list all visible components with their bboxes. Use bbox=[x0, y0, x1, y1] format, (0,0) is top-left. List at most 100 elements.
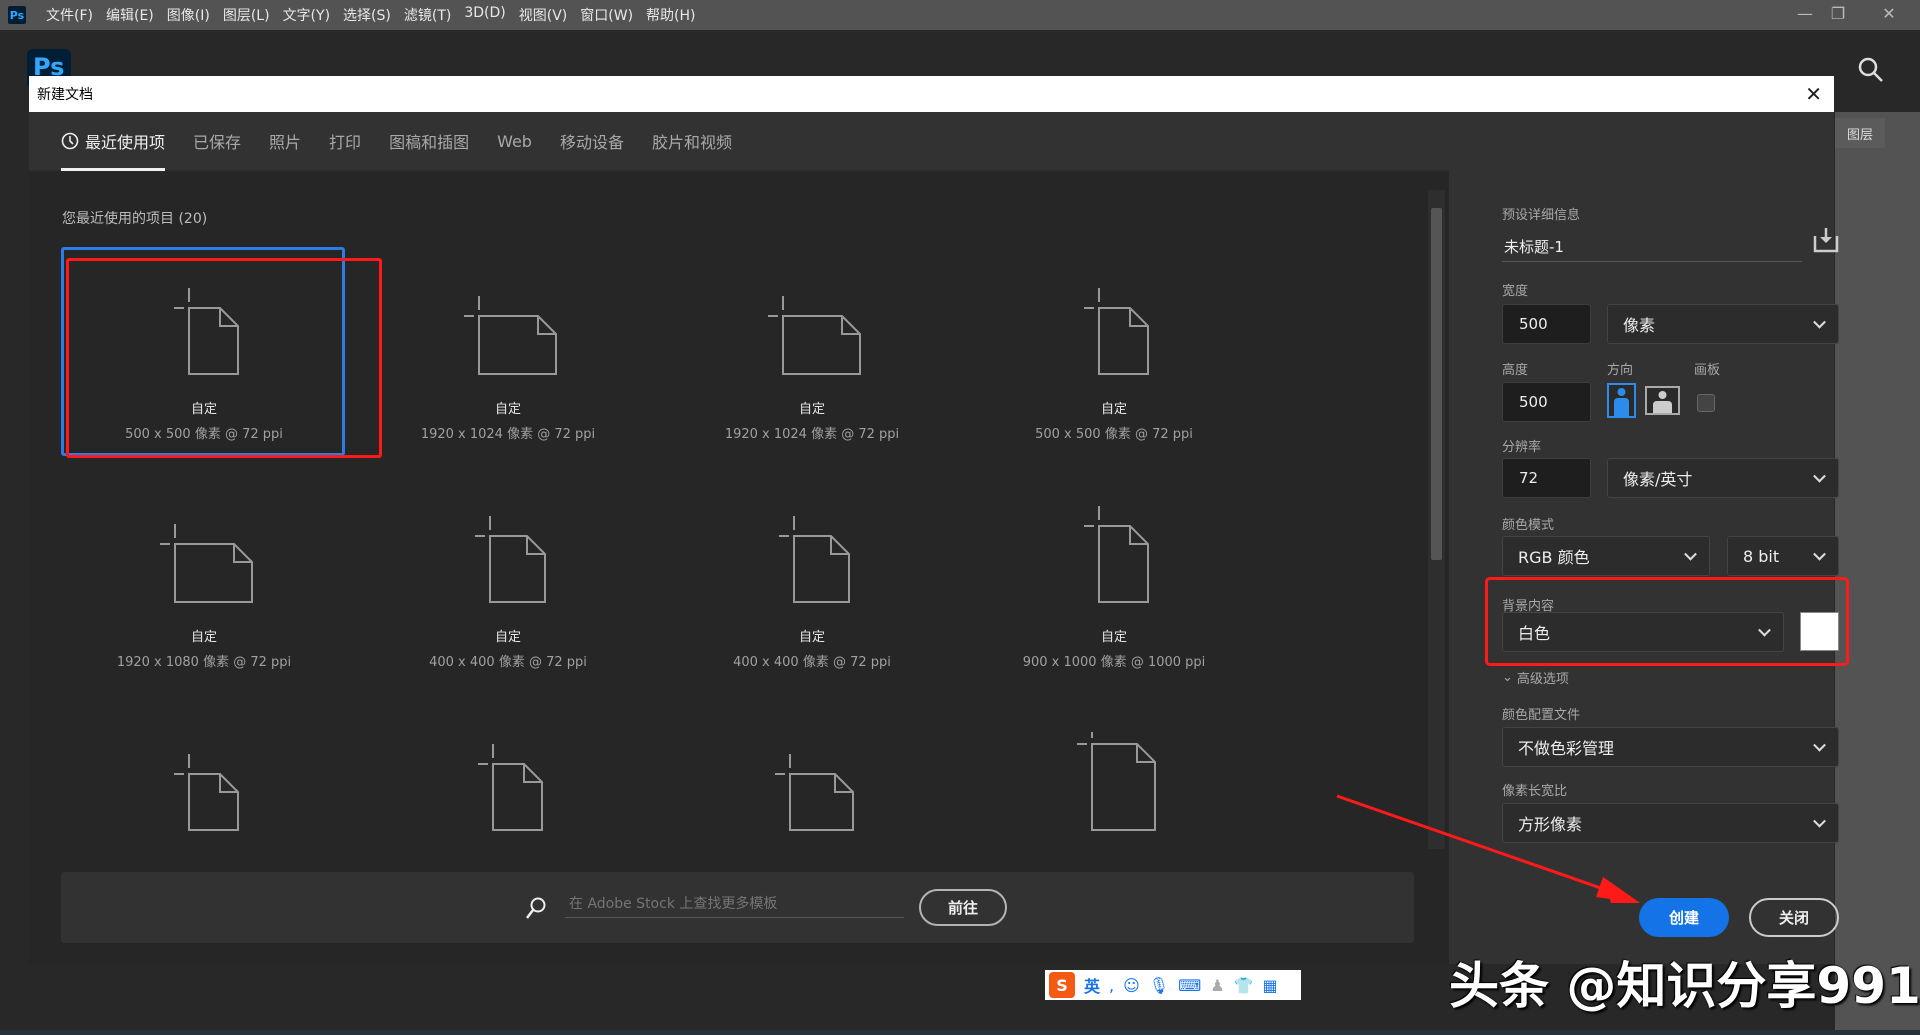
chevron-down-icon bbox=[1813, 814, 1826, 828]
ime-language[interactable]: 英 bbox=[1084, 973, 1100, 997]
color-mode-value: RGB 颜色 bbox=[1518, 548, 1590, 567]
preset-heading: 预设详细信息 bbox=[1502, 208, 1581, 223]
save-preset-icon[interactable] bbox=[1812, 226, 1840, 254]
item-name: 自定 bbox=[798, 630, 825, 645]
recent-item[interactable] bbox=[974, 732, 1254, 848]
recent-item[interactable] bbox=[368, 732, 648, 848]
recent-item[interactable]: 自定 1920 x 1024 像素 @ 72 ppi bbox=[672, 276, 952, 476]
menu-item[interactable]: 编辑(E) bbox=[106, 5, 154, 25]
recent-item[interactable]: 自定 900 x 1000 像素 @ 1000 ppi bbox=[974, 504, 1254, 704]
document-icon bbox=[160, 524, 253, 603]
chevron-down-icon bbox=[1813, 738, 1826, 752]
landscape-orientation-icon[interactable] bbox=[1645, 386, 1680, 415]
height-input[interactable]: 500 bbox=[1502, 382, 1591, 422]
color-mode-label: 颜色模式 bbox=[1502, 518, 1555, 533]
item-name: 自定 bbox=[190, 630, 217, 645]
resolution-input[interactable]: 72 bbox=[1502, 458, 1591, 498]
width-input[interactable]: 500 bbox=[1502, 304, 1591, 344]
chevron-down-icon: ⌄ bbox=[1502, 670, 1513, 685]
advanced-label: 高级选项 bbox=[1516, 672, 1569, 687]
width-label: 宽度 bbox=[1502, 284, 1529, 299]
background-select[interactable]: 白色 bbox=[1502, 612, 1784, 652]
advanced-options-toggle[interactable]: ⌄ 高级选项 bbox=[1502, 668, 1569, 687]
menu-item[interactable]: 窗口(W) bbox=[580, 5, 633, 25]
item-description: 400 x 400 像素 @ 72 ppi bbox=[733, 655, 891, 670]
recent-item[interactable]: 自定 500 x 500 像素 @ 72 ppi bbox=[974, 276, 1254, 476]
scrollbar-thumb[interactable] bbox=[1431, 208, 1442, 560]
item-name: 自定 bbox=[494, 630, 521, 645]
stock-search-input[interactable] bbox=[565, 890, 904, 918]
stock-search-bar: 前往 bbox=[61, 872, 1414, 943]
portrait-orientation-icon[interactable] bbox=[1607, 383, 1636, 418]
menu-item[interactable]: 3D(D) bbox=[464, 5, 505, 25]
close-button[interactable]: 关闭 bbox=[1749, 898, 1839, 937]
goto-button[interactable]: 前往 bbox=[919, 889, 1007, 926]
keyboard-icon[interactable]: ⌨ bbox=[1178, 976, 1201, 995]
bit-depth-select[interactable]: 8 bit bbox=[1727, 536, 1839, 576]
pixel-aspect-select[interactable]: 方形像素 bbox=[1502, 803, 1839, 843]
menu-item[interactable]: 帮助(H) bbox=[646, 5, 695, 25]
document-icon bbox=[464, 296, 557, 375]
chevron-down-icon bbox=[1758, 623, 1771, 637]
document-icon bbox=[775, 754, 854, 831]
color-mode-select[interactable]: RGB 颜色 bbox=[1502, 536, 1710, 576]
item-name: 自定 bbox=[494, 402, 521, 417]
resolution-unit-select[interactable]: 像素/英寸 bbox=[1607, 458, 1839, 498]
punctuation-icon[interactable]: , bbox=[1109, 976, 1114, 995]
recent-item[interactable]: 自定 1920 x 1080 像素 @ 72 ppi bbox=[64, 504, 344, 704]
document-name-field[interactable]: 未标题-1 bbox=[1502, 232, 1802, 262]
tab-layers[interactable]: 图层 bbox=[1835, 118, 1885, 148]
menu-items: 文件(F) 编辑(E) 图像(I) 图层(L) 文字(Y) 选择(S) 滤镜(T) 3D(D)… bbox=[46, 5, 709, 25]
watermark: 头条 @知识分享991 bbox=[1449, 957, 1920, 1015]
search-icon bbox=[526, 897, 546, 919]
item-description: 1920 x 1024 像素 @ 72 ppi bbox=[420, 427, 596, 442]
menu-item[interactable]: 文字(Y) bbox=[283, 5, 330, 25]
search-icon[interactable] bbox=[1858, 57, 1884, 83]
item-description: 1920 x 1024 像素 @ 72 ppi bbox=[724, 427, 900, 442]
create-button[interactable]: 创建 bbox=[1639, 898, 1729, 937]
document-icon bbox=[475, 516, 546, 603]
grid-icon[interactable]: ▦ bbox=[1262, 976, 1277, 995]
emoji-icon[interactable]: ☺ bbox=[1123, 976, 1140, 995]
preset-details-panel: 预设详细信息 未标题-1 宽度 500 像素 高度 方向 画板 500 分辨率 … bbox=[1449, 112, 1849, 964]
item-name: 自定 bbox=[1100, 630, 1127, 645]
document-icon bbox=[478, 744, 543, 831]
recent-item[interactable] bbox=[64, 732, 344, 848]
menu-item[interactable]: 选择(S) bbox=[343, 5, 391, 25]
chevron-down-icon bbox=[1813, 547, 1826, 561]
recent-grid: 自定 500 x 500 像素 @ 72 ppi 自定 1920 x 1024 像素 … bbox=[29, 76, 1429, 848]
user-icon[interactable]: ♟ bbox=[1210, 976, 1224, 995]
color-profile-select[interactable]: 不做色彩管理 bbox=[1502, 727, 1839, 767]
menu-item[interactable]: 图层(L) bbox=[223, 5, 270, 25]
recent-item[interactable]: 自定 400 x 400 像素 @ 72 ppi bbox=[672, 504, 952, 704]
item-name: 自定 bbox=[798, 402, 825, 417]
pixel-aspect-label: 像素长宽比 bbox=[1502, 784, 1568, 799]
restore-button[interactable]: ❐ bbox=[1815, 0, 1861, 26]
new-document-dialog: 新建文档 ✕ 最近使用项 已保存 照片 打印 图稿和插图 Web 移动设备 胶片和视频 您最近… bbox=[29, 76, 1849, 964]
item-description: 1920 x 1080 像素 @ 72 ppi bbox=[116, 655, 292, 670]
pixel-aspect-value: 方形像素 bbox=[1518, 815, 1583, 834]
menu-item[interactable]: 图像(I) bbox=[167, 5, 210, 25]
layers-panel bbox=[1835, 112, 1920, 1030]
dialog-close-icon[interactable]: ✕ bbox=[1805, 82, 1822, 106]
menu-bar: Ps 文件(F) 编辑(E) 图像(I) 图层(L) 文字(Y) 选择(S) 滤镜(T) 3D… bbox=[0, 0, 1920, 30]
artboard-checkbox[interactable] bbox=[1697, 394, 1715, 412]
skin-icon[interactable]: 👕 bbox=[1234, 976, 1254, 995]
item-description: 500 x 500 像素 @ 72 ppi bbox=[1035, 427, 1193, 442]
menu-item[interactable]: 视图(V) bbox=[519, 5, 568, 25]
menu-item[interactable]: 文件(F) bbox=[46, 5, 93, 25]
recent-item[interactable]: 自定 1920 x 1024 像素 @ 72 ppi bbox=[368, 276, 648, 476]
recent-item[interactable] bbox=[672, 732, 952, 848]
menu-item[interactable]: 滤镜(T) bbox=[404, 5, 451, 25]
document-icon bbox=[768, 296, 861, 375]
document-icon bbox=[1084, 288, 1149, 375]
background-color-swatch[interactable] bbox=[1800, 612, 1839, 651]
sogou-icon[interactable]: S bbox=[1049, 972, 1075, 998]
window-close-button[interactable]: ✕ bbox=[1866, 0, 1912, 26]
chevron-down-icon bbox=[1813, 469, 1826, 483]
recent-item[interactable]: 自定 400 x 400 像素 @ 72 ppi bbox=[368, 504, 648, 704]
microphone-icon[interactable]: 🎙 bbox=[1149, 976, 1169, 995]
width-unit-select[interactable]: 像素 bbox=[1607, 304, 1839, 344]
scrollbar[interactable] bbox=[1428, 190, 1445, 849]
resolution-unit-value: 像素/英寸 bbox=[1623, 470, 1693, 489]
